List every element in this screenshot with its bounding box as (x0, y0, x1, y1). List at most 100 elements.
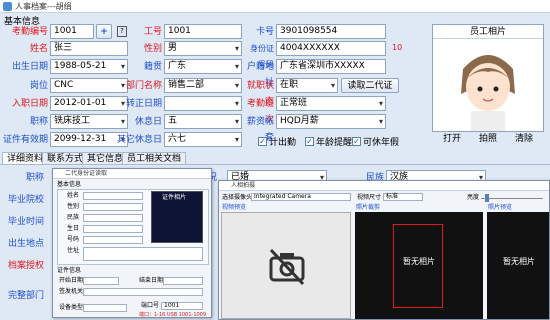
native-select[interactable]: 广东 (164, 59, 242, 74)
label-id-no: 身份证号码 (250, 44, 274, 69)
id-birth-field[interactable] (83, 225, 143, 233)
tab-label: 其它信息 (87, 154, 124, 164)
label-birth: 出生日期 (11, 62, 48, 72)
window-title: 人事档案---胡绢 (15, 1, 72, 11)
calc-attendance-checkbox[interactable]: ✓ 计出勤 (258, 135, 296, 148)
job-status-select[interactable]: 在职 (276, 78, 338, 93)
open-label: 打开 (442, 134, 461, 144)
label-hukou: 户籍地址 (246, 62, 274, 88)
select-camera-label: 选择摄像头 (222, 194, 253, 201)
resolution-select[interactable]: 标准 (383, 193, 423, 201)
probation-date-picker[interactable] (164, 96, 242, 111)
card-no-input[interactable]: 3901098554 (276, 24, 386, 39)
annual-leave-checkbox[interactable]: ✓ 可休年假 (352, 135, 399, 148)
add-button[interactable]: + (96, 24, 112, 39)
label-archive: 档案授权 (7, 261, 44, 271)
id-field-label: 性别 (67, 203, 80, 210)
emp-no-input[interactable]: 1001 (164, 24, 242, 39)
window-titlebar: 人事档案---胡绢 (0, 0, 550, 13)
calc-attendance-label: 计出勤 (269, 138, 297, 148)
resolution-label: 视频尺寸 (357, 194, 382, 201)
id-field-label: 民族 (67, 214, 80, 221)
port-note: 端口：1-16 USB 1001-1009 (139, 312, 207, 318)
brightness-slider[interactable] (481, 198, 543, 199)
start-date-label: 开始日期 (59, 277, 84, 284)
label-probation: 转正日期 (125, 99, 162, 109)
start-date-field[interactable] (83, 277, 119, 285)
take-photo-button[interactable]: 拍照 (474, 134, 502, 146)
id-address-field[interactable] (83, 247, 203, 261)
label-kq-no: 考勤编号 (11, 27, 48, 37)
help-icon[interactable]: ? (117, 26, 127, 37)
label-shift: 考勤班次 (246, 99, 274, 125)
issuer-field[interactable] (83, 288, 203, 296)
end-date-field[interactable] (163, 277, 203, 285)
photo-preview-area: 暂无相片 (487, 212, 549, 319)
shift-select[interactable]: 正常班 (276, 96, 386, 111)
read-id-card-button[interactable]: 读取二代证 (341, 78, 399, 93)
id-photo-box: 证件相片 (151, 191, 203, 243)
job-title-select[interactable]: 铣床技工 (50, 114, 128, 129)
label-emp-no: 工号 (143, 27, 162, 37)
employee-photo (433, 39, 543, 131)
app-icon (3, 1, 12, 11)
issuer-label: 签发机关 (59, 288, 84, 295)
label-salary-set: 薪资帐套 (246, 117, 274, 143)
annual-leave-label: 可休年假 (363, 138, 400, 148)
id-number-field[interactable] (83, 236, 143, 244)
open-photo-button[interactable]: 打开 (438, 134, 466, 146)
video-preview-label: 视频预览 (222, 204, 247, 211)
label-origin: 出生地点 (7, 239, 44, 249)
annual-remind-label: 年龄提醒 (316, 138, 353, 148)
brightness-handle[interactable] (485, 194, 489, 202)
photo-crop-label: 照片裁剪 (356, 204, 381, 211)
id-reader-title: 二代身份证读取 (53, 169, 211, 179)
tab-label: 详细资料 (7, 154, 44, 164)
photo-panel: 员工相片 (432, 24, 544, 132)
photo-preview-label: 照片预览 (488, 204, 513, 211)
label-card-no: 卡号 (255, 27, 274, 37)
camera-title: 人相拍摄 (219, 181, 549, 191)
label-other-rest: 其它休息日 (116, 135, 162, 145)
label-full-dept: 完整部门 (7, 291, 44, 301)
id-gender-field[interactable] (83, 203, 143, 211)
id-field-label: 住址 (67, 247, 80, 254)
check-icon: ✓ (258, 136, 267, 146)
id-no-input[interactable]: 4004XXXXXX (276, 41, 386, 56)
clear-photo-button[interactable]: 清除 (510, 134, 538, 146)
join-date-picker[interactable]: 2012-01-01 (50, 96, 128, 111)
label-dept: 部门名称 (125, 81, 162, 91)
label-gender: 性别 (143, 44, 162, 54)
no-photo-text: 暂无相片 (403, 257, 435, 266)
id-field-label: 姓名 (67, 192, 80, 199)
salary-set-select[interactable]: HQD月薪 (276, 114, 386, 129)
id-photo-label: 证件相片 (162, 194, 187, 201)
label-grad-school: 毕业院校 (7, 195, 44, 205)
id-reader-window: 二代身份证读取 基本信息 姓名 性别 民族 生日 号码 住址 证件相片 证件信息… (52, 168, 212, 318)
annual-remind-checkbox[interactable]: ✓ 年龄提醒 (305, 135, 352, 148)
camera-select[interactable]: Integrated Camera (251, 193, 351, 201)
brightness-label: 亮度 (467, 194, 480, 201)
other-rest-select[interactable]: 六七 (164, 132, 242, 147)
device-type-select[interactable] (83, 304, 127, 312)
label-grad-time: 毕业时间 (7, 217, 44, 227)
photo-caption: 员工相片 (433, 25, 543, 39)
id-name-field[interactable] (83, 192, 143, 200)
name-input[interactable]: 张三 (50, 41, 128, 56)
tab-documents[interactable]: 员工相关文档 (122, 152, 187, 164)
port-input[interactable]: 1001 (161, 302, 203, 310)
video-preview-area (221, 212, 351, 319)
label-join-date: 入职日期 (11, 99, 48, 109)
cert-section: 证件信息 (57, 267, 82, 274)
check-icon: ✓ (352, 136, 361, 146)
birth-date-picker[interactable]: 1988-05-21 (50, 59, 128, 74)
hukou-input[interactable]: 广东省深圳市XXXXX (276, 59, 386, 74)
id-reader-section: 基本信息 (57, 181, 82, 188)
post-select[interactable]: CNC (50, 78, 128, 93)
gender-select[interactable]: 男 (164, 41, 242, 56)
rest-day-select[interactable]: 五 (164, 114, 242, 129)
kq-no-input[interactable]: 1001 (50, 24, 94, 39)
id-nation-field[interactable] (83, 214, 143, 222)
photo-crop-area[interactable]: 暂无相片 (355, 212, 483, 319)
dept-select[interactable]: 销售二部 (164, 78, 242, 93)
